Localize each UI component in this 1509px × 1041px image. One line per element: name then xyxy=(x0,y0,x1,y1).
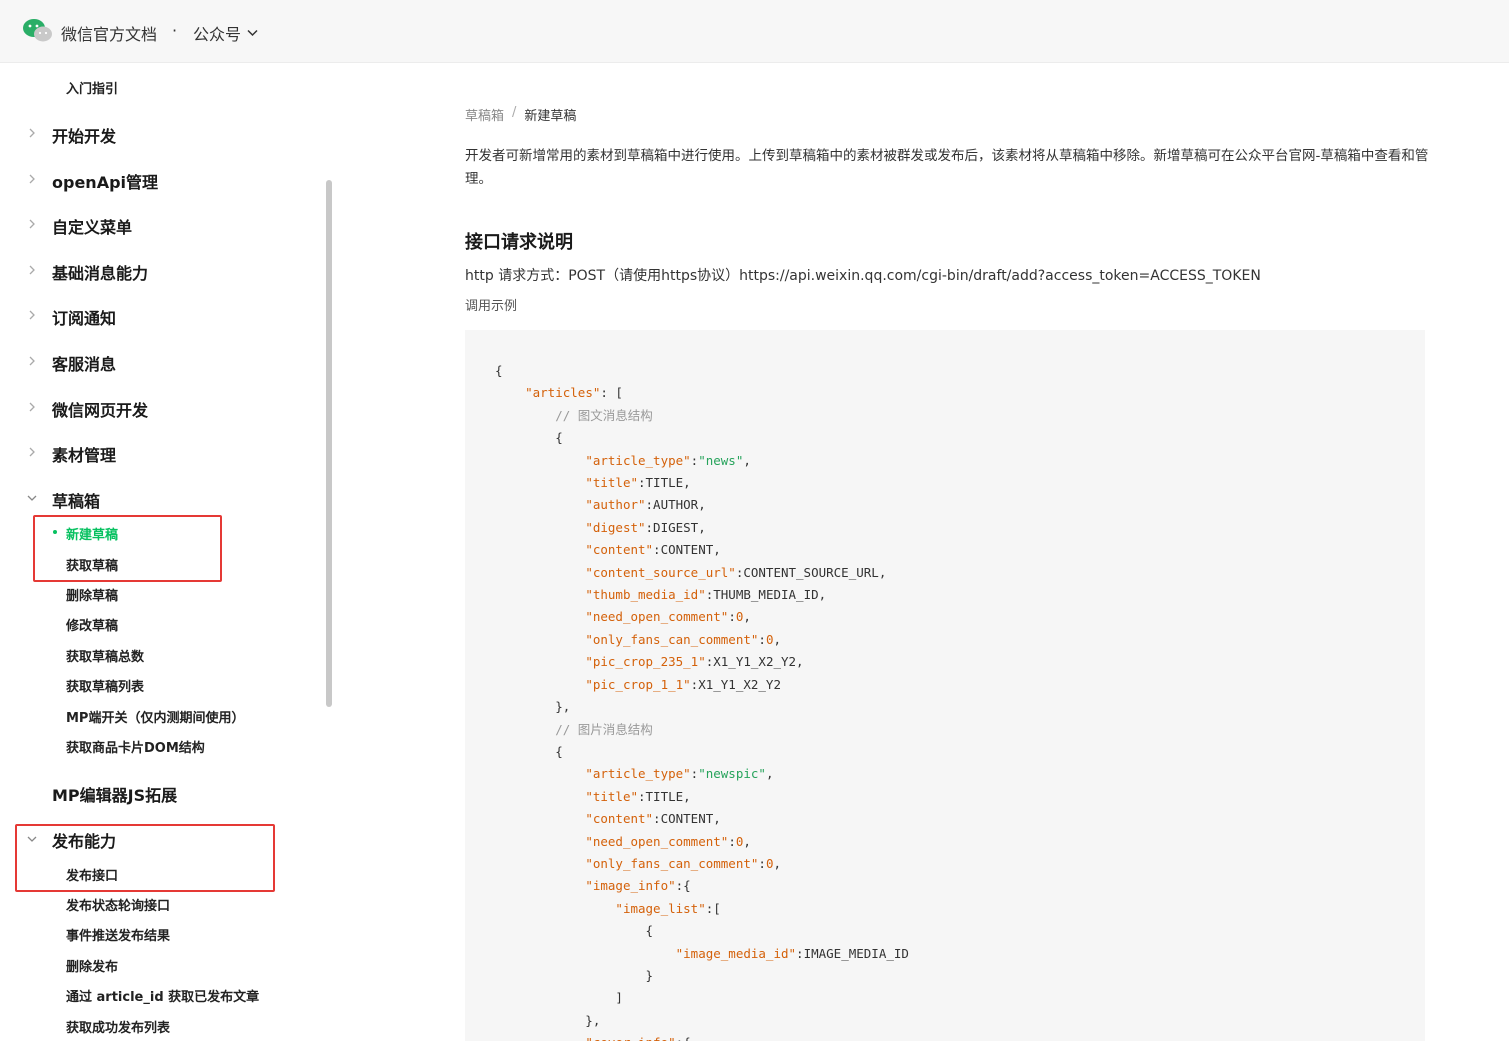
section-title: 接口请求说明 xyxy=(465,232,573,253)
sidebar-item-delete-draft[interactable]: 删除草稿 xyxy=(66,585,118,604)
sidebar-item-update-draft[interactable]: 修改草稿 xyxy=(66,615,118,634)
sidebar-group-customer-service[interactable]: 客服消息 xyxy=(52,351,116,375)
chevron-right-icon xyxy=(29,402,35,412)
sidebar-group-publish[interactable]: 发布能力 xyxy=(52,828,116,852)
sidebar-item-product-card-dom[interactable]: 获取商品卡片DOM结构 xyxy=(66,737,205,756)
chevron-down-icon xyxy=(247,29,258,37)
chevron-right-icon xyxy=(29,265,35,275)
section-selector-label: 公众号 xyxy=(193,25,242,44)
sidebar-item-publish-api[interactable]: 发布接口 xyxy=(66,865,118,884)
sidebar-group-custom-menu[interactable]: 自定义菜单 xyxy=(52,214,132,238)
intro-paragraph: 开发者可新增常用的素材到草稿箱中进行使用。上传到草稿箱中的素材被群发或发布后，该… xyxy=(465,148,1429,187)
chevron-right-icon xyxy=(29,128,35,138)
breadcrumb: 草稿箱 / 新建草稿 xyxy=(465,105,576,124)
sidebar-group-materials[interactable]: 素材管理 xyxy=(52,442,116,466)
code-comment-image: // 图片消息结构 xyxy=(555,721,653,737)
sidebar-item-publish-event[interactable]: 事件推送发布结果 xyxy=(66,925,170,944)
sidebar-group-webpage-dev[interactable]: 微信网页开发 xyxy=(52,397,148,421)
chevron-down-icon xyxy=(27,836,37,842)
chevron-right-icon xyxy=(29,356,35,366)
wechat-logo-icon[interactable] xyxy=(22,18,54,44)
chevron-right-icon xyxy=(29,310,35,320)
sidebar-item-publish-list[interactable]: 获取成功发布列表 xyxy=(66,1017,170,1036)
section-selector[interactable]: 公众号 xyxy=(193,21,258,45)
sidebar-group-subscribe[interactable]: 订阅通知 xyxy=(52,305,116,329)
code-comment-article: // 图文消息结构 xyxy=(555,407,653,423)
sidebar-group-basic-messages[interactable]: 基础消息能力 xyxy=(52,260,148,284)
breadcrumb-parent[interactable]: 草稿箱 xyxy=(465,105,504,124)
sidebar-item-delete-publish[interactable]: 删除发布 xyxy=(66,956,118,975)
chevron-right-icon xyxy=(29,219,35,229)
top-bar: 微信官方文档 · 公众号 xyxy=(0,0,1509,63)
sidebar-item-intro[interactable]: 入门指引 xyxy=(66,78,118,97)
sidebar-item-draft-count[interactable]: 获取草稿总数 xyxy=(66,646,144,665)
sidebar-item-publish-status[interactable]: 发布状态轮询接口 xyxy=(66,895,170,914)
header-separator: · xyxy=(172,21,178,40)
chevron-right-icon xyxy=(29,174,35,184)
sidebar-group-drafts[interactable]: 草稿箱 xyxy=(52,488,100,512)
active-indicator-icon xyxy=(53,530,57,534)
chevron-right-icon xyxy=(29,447,35,457)
code-block: { "articles": [ // 图文消息结构 { "article_typ… xyxy=(465,330,1425,1041)
brand-title[interactable]: 微信官方文档 xyxy=(61,21,157,45)
sidebar-scrollbar[interactable] xyxy=(326,180,332,707)
call-example-label: 调用示例 xyxy=(465,299,518,314)
sidebar-group-start-dev[interactable]: 开始开发 xyxy=(52,123,116,147)
chevron-down-icon xyxy=(27,495,37,501)
sidebar-item-mp-switch[interactable]: MP端开关（仅内测期间使用） xyxy=(66,707,244,726)
breadcrumb-separator: / xyxy=(512,105,517,120)
request-line: http 请求方式：POST（请使用https协议）https://api.we… xyxy=(465,268,1261,284)
sidebar-item-get-draft[interactable]: 获取草稿 xyxy=(66,555,118,574)
sidebar-item-draft-list[interactable]: 获取草稿列表 xyxy=(66,676,144,695)
breadcrumb-current: 新建草稿 xyxy=(524,109,577,124)
code-content: { "articles": [ // 图文消息结构 { "article_typ… xyxy=(495,363,909,1041)
sidebar-group-openapi[interactable]: openApi管理 xyxy=(52,169,158,193)
sidebar-item-new-draft[interactable]: 新建草稿 xyxy=(66,524,118,543)
sidebar-group-mp-editor[interactable]: MP编辑器JS拓展 xyxy=(52,782,177,806)
sidebar-item-get-article[interactable]: 通过 article_id 获取已发布文章 xyxy=(66,986,259,1005)
